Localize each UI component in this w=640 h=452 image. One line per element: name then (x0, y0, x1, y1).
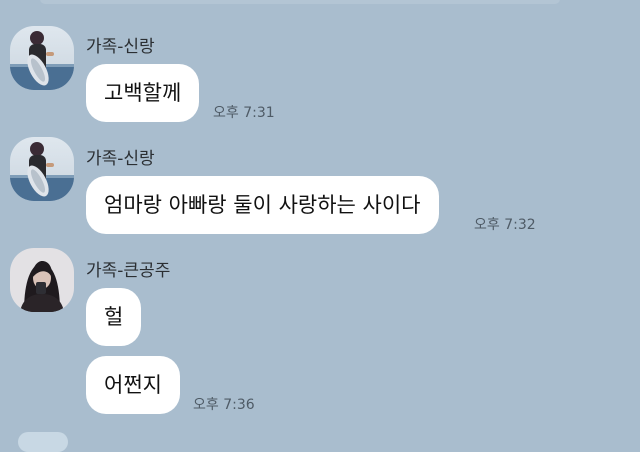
message-bubble[interactable]: 헐 (86, 288, 142, 346)
sender-name: 가족-신랑 (86, 149, 155, 169)
message-time: 오후 7:32 (474, 217, 536, 233)
sender-avatar-fisherman[interactable] (10, 137, 74, 201)
next-avatar-edge (18, 432, 68, 452)
message-bubble[interactable]: 어쩐지 (86, 356, 180, 414)
sender-name: 가족-신랑 (86, 37, 155, 57)
sender-avatar-fisherman[interactable] (10, 26, 74, 90)
fisherman-photo-icon (10, 26, 74, 90)
woman-photo-icon (10, 248, 74, 312)
fisherman-photo-icon (10, 137, 74, 201)
sender-avatar-woman[interactable] (10, 248, 74, 312)
message-time: 오후 7:36 (193, 397, 255, 413)
message-bubble[interactable]: 엄마랑 아빠랑 둘이 사랑하는 사이다 (86, 176, 439, 234)
message-time: 오후 7:31 (213, 105, 275, 121)
chat-message-list[interactable]: 가족-신랑 고백할께 오후 7:31 가족-신랑 엄마랑 아빠랑 둘이 사랑하는… (0, 0, 640, 452)
message-bubble[interactable]: 고백할께 (86, 64, 200, 122)
sender-name: 가족-큰공주 (86, 261, 171, 281)
